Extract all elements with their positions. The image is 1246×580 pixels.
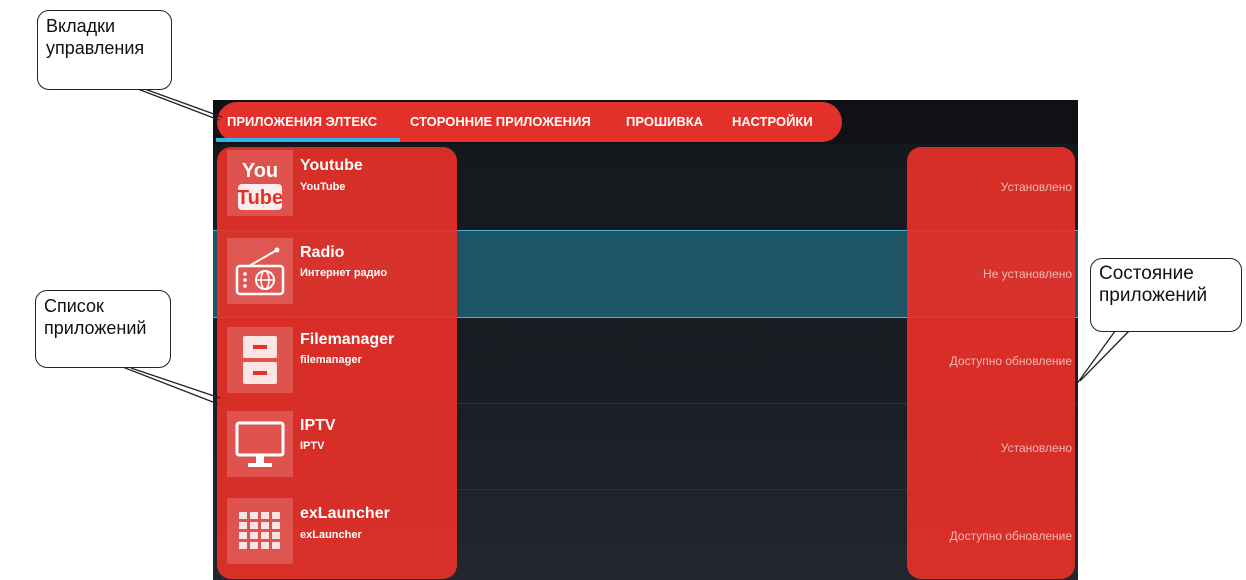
youtube-logo-tube: Tube [237, 187, 283, 209]
callout-text: Вкладки [46, 16, 116, 36]
app-name: Filemanager [300, 331, 395, 348]
app-subtitle: YouTube [300, 181, 346, 193]
callout-app-state: Состояние приложений [1090, 258, 1242, 332]
callout-text: приложений [1099, 285, 1208, 306]
app-subtitle: filemanager [300, 354, 362, 366]
app-name: Radio [300, 244, 345, 261]
app-name: exLauncher [300, 505, 390, 522]
callout-text: Состояние [1099, 263, 1194, 284]
tab-third-party-apps[interactable]: СТОРОННИЕ ПРИЛОЖЕНИЯ [410, 114, 591, 129]
tab-firmware[interactable]: ПРОШИВКА [626, 114, 703, 129]
file-cabinet-icon [227, 327, 293, 393]
app-subtitle: Интернет радио [300, 267, 388, 279]
callout-control-tabs: Вкладки управления [37, 10, 172, 90]
app-subtitle: IPTV [300, 440, 325, 452]
active-tab-indicator [216, 138, 400, 142]
app-status: Установлено [1000, 441, 1072, 455]
app-status: Установлено [1000, 180, 1072, 194]
app-name: Youtube [300, 157, 363, 174]
app-status: Доступно обновление [949, 529, 1072, 543]
youtube-icon: You Tube [227, 150, 293, 216]
callout-app-list: Список приложений [35, 290, 171, 368]
app-grid-icon [227, 498, 293, 564]
app-status: Не установлено [983, 267, 1072, 281]
tv-icon [227, 411, 293, 477]
radio-icon [227, 238, 293, 304]
tab-settings[interactable]: НАСТРОЙКИ [732, 114, 813, 129]
callout-text: приложений [44, 318, 147, 338]
app-name: IPTV [300, 417, 336, 434]
youtube-logo-you: You [242, 160, 278, 182]
app-subtitle: exLauncher [300, 529, 362, 541]
app-status: Доступно обновление [949, 354, 1072, 368]
callout-text: управления [46, 38, 145, 58]
callout-text: Список [44, 296, 104, 316]
tab-eltex-apps[interactable]: ПРИЛОЖЕНИЯ ЭЛТЕКС [227, 114, 377, 129]
app-manager-screen: ПРИЛОЖЕНИЯ ЭЛТЕКС СТОРОННИЕ ПРИЛОЖЕНИЯ П… [213, 100, 1078, 580]
